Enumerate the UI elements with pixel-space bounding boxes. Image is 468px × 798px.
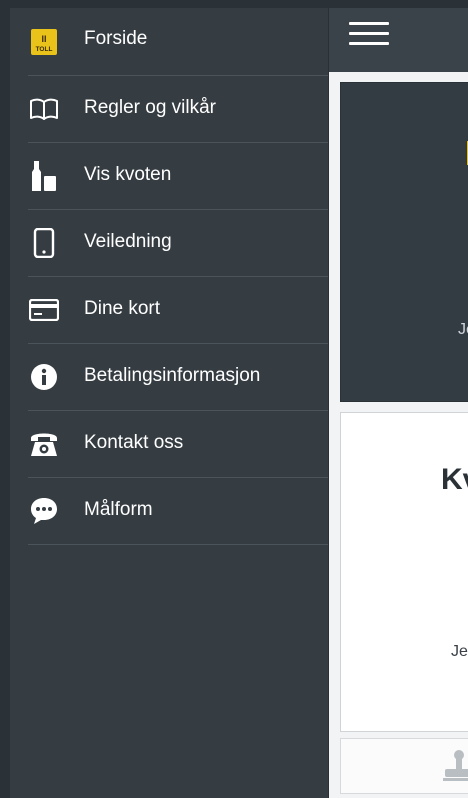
bottles-icon xyxy=(28,160,60,192)
svg-text:TOLL: TOLL xyxy=(36,46,53,53)
card-heading: Kv xyxy=(441,463,468,496)
telephone-icon xyxy=(28,428,60,460)
drawer-item-label: Dine kort xyxy=(84,298,161,319)
drawer-item-veiledning[interactable]: Veiledning xyxy=(28,209,328,277)
drawer-item-dine-kort[interactable]: Dine kort xyxy=(28,276,328,344)
drawer-item-forside[interactable]: II TOLL Forside xyxy=(28,8,328,76)
navigation-drawer: II TOLL Forside Regler og vilkår Vis kvo… xyxy=(10,8,329,798)
drawer-item-label: Veiledning xyxy=(84,231,172,252)
phone-icon xyxy=(28,227,60,259)
stamp-icon xyxy=(443,750,468,781)
drawer-item-betalingsinformasjon[interactable]: Betalingsinformasjon xyxy=(28,343,328,411)
hamburger-line-bottom xyxy=(349,42,389,45)
quota-card-dark[interactable]: Je xyxy=(340,82,468,402)
toll-logo-icon: II TOLL xyxy=(28,26,60,58)
chat-bubble-icon xyxy=(28,495,60,527)
drawer-item-label: Betalingsinformasjon xyxy=(84,365,261,386)
drawer-item-label: Regler og vilkår xyxy=(84,97,216,118)
drawer-item-label: Forside xyxy=(84,28,148,49)
hamburger-line-top xyxy=(349,22,389,25)
app-frame: Je Kv Je II TOLL Forside xyxy=(10,8,468,798)
drawer-item-vis-kvoten[interactable]: Vis kvoten xyxy=(28,142,328,210)
drawer-item-label: Målform xyxy=(84,499,153,520)
drawer-item-kontakt-oss[interactable]: Kontakt oss xyxy=(28,410,328,478)
menu-toggle-button[interactable] xyxy=(349,22,389,48)
drawer-item-malform[interactable]: Målform xyxy=(28,477,328,545)
book-icon xyxy=(28,93,60,125)
stamp-button[interactable] xyxy=(340,738,468,794)
drawer-item-regler[interactable]: Regler og vilkår xyxy=(28,75,328,143)
card-text: Je xyxy=(451,643,468,660)
card-text: Je xyxy=(458,321,468,338)
quota-card-light[interactable]: Kv Je xyxy=(340,412,468,732)
info-icon xyxy=(28,361,60,393)
credit-card-icon xyxy=(28,294,60,326)
drawer-item-label: Kontakt oss xyxy=(84,432,184,453)
drawer-item-label: Vis kvoten xyxy=(84,164,172,185)
hamburger-line-middle xyxy=(349,32,389,35)
svg-text:II: II xyxy=(41,34,46,44)
